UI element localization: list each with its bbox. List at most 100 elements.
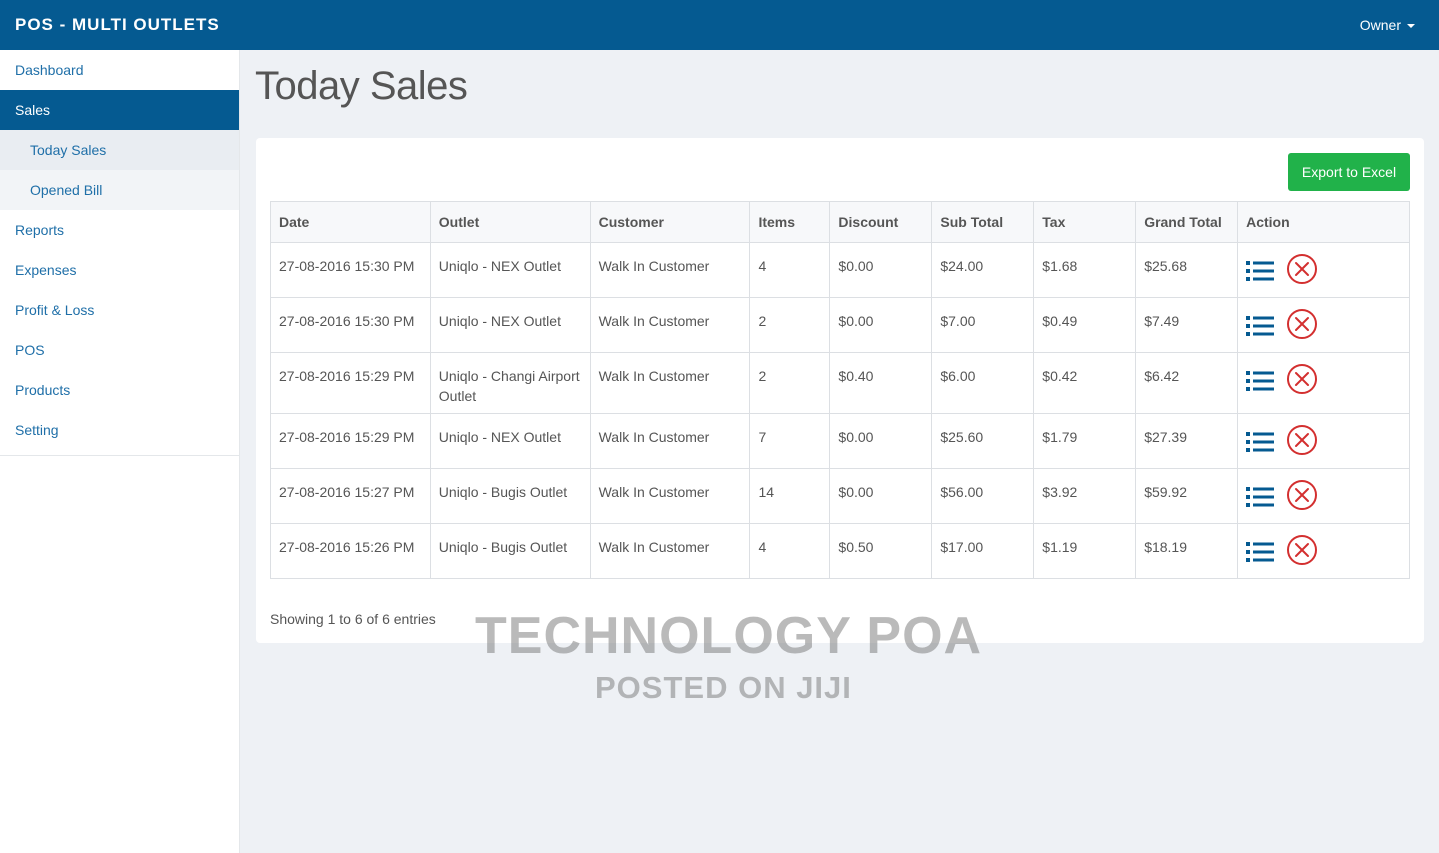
cell-items: 7 xyxy=(749,413,831,469)
top-navbar: POS - MULTI OUTLETS Owner xyxy=(0,0,1439,50)
col-header-items[interactable]: Items xyxy=(749,201,831,243)
cell-grand-total: $27.39 xyxy=(1135,413,1239,469)
cell-customer: Walk In Customer xyxy=(589,297,751,353)
sales-table: Date Outlet Customer Items Discount Sub … xyxy=(270,201,1410,579)
cell-grand-total: $7.49 xyxy=(1135,297,1239,353)
close-circle-icon[interactable] xyxy=(1286,363,1318,395)
cell-date: 27-08-2016 15:27 PM xyxy=(270,468,431,524)
list-icon[interactable] xyxy=(1246,431,1275,453)
cell-items: 4 xyxy=(749,523,831,579)
cell-tax: $0.49 xyxy=(1033,297,1137,353)
cell-action xyxy=(1237,297,1410,353)
cell-tax: $1.19 xyxy=(1033,523,1137,579)
cell-outlet: Uniqlo - Bugis Outlet xyxy=(429,468,591,524)
cell-tax: $3.92 xyxy=(1033,468,1137,524)
close-circle-icon[interactable] xyxy=(1286,308,1318,340)
table-row: 27-08-2016 15:27 PM Uniqlo - Bugis Outle… xyxy=(270,468,1410,524)
cell-discount: $0.50 xyxy=(829,523,933,579)
cell-tax: $0.42 xyxy=(1033,352,1137,414)
sidebar-item-dashboard[interactable]: Dashboard xyxy=(0,50,239,90)
cell-outlet: Uniqlo - Bugis Outlet xyxy=(429,523,591,579)
user-name: Owner xyxy=(1359,17,1401,33)
cell-customer: Walk In Customer xyxy=(589,242,751,298)
table-row: 27-08-2016 15:30 PM Uniqlo - NEX Outlet … xyxy=(270,242,1410,298)
sidebar-divider xyxy=(0,455,239,456)
close-circle-icon[interactable] xyxy=(1286,534,1318,566)
col-header-outlet[interactable]: Outlet xyxy=(429,201,591,243)
sidebar-item-opened-bill[interactable]: Opened Bill xyxy=(0,170,239,210)
list-icon[interactable] xyxy=(1246,486,1275,508)
cell-sub-total: $25.60 xyxy=(931,413,1035,469)
cell-action xyxy=(1237,352,1410,414)
brand-title[interactable]: POS - MULTI OUTLETS xyxy=(15,15,220,35)
sidebar-item-reports[interactable]: Reports xyxy=(0,210,239,250)
sidebar-item-profit-loss[interactable]: Profit & Loss xyxy=(0,290,239,330)
cell-tax: $1.79 xyxy=(1033,413,1137,469)
cell-date: 27-08-2016 15:26 PM xyxy=(270,523,431,579)
user-menu[interactable]: Owner xyxy=(1360,17,1415,33)
cell-action xyxy=(1237,413,1410,469)
page-title: Today Sales xyxy=(255,64,468,108)
cell-grand-total: $25.68 xyxy=(1135,242,1239,298)
col-header-sub-total[interactable]: Sub Total xyxy=(931,201,1035,243)
sidebar-item-sales[interactable]: Sales xyxy=(0,90,239,130)
cell-discount: $0.00 xyxy=(829,297,933,353)
cell-date: 27-08-2016 15:30 PM xyxy=(270,242,431,298)
col-header-tax[interactable]: Tax xyxy=(1033,201,1137,243)
cell-discount: $0.40 xyxy=(829,352,933,414)
cell-discount: $0.00 xyxy=(829,242,933,298)
cell-grand-total: $6.42 xyxy=(1135,352,1239,414)
cell-sub-total: $6.00 xyxy=(931,352,1035,414)
cell-grand-total: $59.92 xyxy=(1135,468,1239,524)
caret-down-icon xyxy=(1407,24,1415,28)
close-circle-icon[interactable] xyxy=(1286,424,1318,456)
cell-discount: $0.00 xyxy=(829,468,933,524)
table-row: 27-08-2016 15:29 PM Uniqlo - NEX Outlet … xyxy=(270,413,1410,469)
list-icon[interactable] xyxy=(1246,315,1275,337)
cell-date: 27-08-2016 15:29 PM xyxy=(270,352,431,414)
cell-outlet: Uniqlo - NEX Outlet xyxy=(429,297,591,353)
pagination-info: Showing 1 to 6 of 6 entries xyxy=(270,611,436,627)
sidebar-item-products[interactable]: Products xyxy=(0,370,239,410)
sidebar-item-expenses[interactable]: Expenses xyxy=(0,250,239,290)
watermark-line-2: POSTED ON JIJI xyxy=(595,670,852,705)
export-excel-button[interactable]: Export to Excel xyxy=(1288,153,1410,191)
col-header-action: Action xyxy=(1237,201,1410,243)
sidebar-item-today-sales[interactable]: Today Sales xyxy=(0,130,239,170)
col-header-date[interactable]: Date xyxy=(270,201,431,243)
col-header-discount[interactable]: Discount xyxy=(829,201,933,243)
cell-date: 27-08-2016 15:29 PM xyxy=(270,413,431,469)
list-icon[interactable] xyxy=(1246,541,1275,563)
cell-items: 2 xyxy=(749,352,831,414)
cell-customer: Walk In Customer xyxy=(589,413,751,469)
cell-date: 27-08-2016 15:30 PM xyxy=(270,297,431,353)
cell-action xyxy=(1237,468,1410,524)
col-header-grand-total[interactable]: Grand Total xyxy=(1135,201,1239,243)
cell-customer: Walk In Customer xyxy=(589,523,751,579)
cell-items: 14 xyxy=(749,468,831,524)
cell-discount: $0.00 xyxy=(829,413,933,469)
cell-sub-total: $7.00 xyxy=(931,297,1035,353)
cell-outlet: Uniqlo - NEX Outlet xyxy=(429,242,591,298)
table-row: 27-08-2016 15:29 PM Uniqlo - Changi Airp… xyxy=(270,352,1410,414)
table-row: 27-08-2016 15:26 PM Uniqlo - Bugis Outle… xyxy=(270,523,1410,579)
list-icon[interactable] xyxy=(1246,370,1275,392)
list-icon[interactable] xyxy=(1246,260,1275,282)
close-circle-icon[interactable] xyxy=(1286,253,1318,285)
sidebar-item-pos[interactable]: POS xyxy=(0,330,239,370)
sidebar: Dashboard Sales Today Sales Opened Bill … xyxy=(0,50,240,853)
cell-tax: $1.68 xyxy=(1033,242,1137,298)
col-header-customer[interactable]: Customer xyxy=(589,201,751,243)
sidebar-item-setting[interactable]: Setting xyxy=(0,410,239,450)
cell-action xyxy=(1237,523,1410,579)
cell-sub-total: $24.00 xyxy=(931,242,1035,298)
cell-sub-total: $17.00 xyxy=(931,523,1035,579)
table-row: 27-08-2016 15:30 PM Uniqlo - NEX Outlet … xyxy=(270,297,1410,353)
watermark-line-1: TECHNOLOGY POA xyxy=(475,607,983,665)
cell-items: 2 xyxy=(749,297,831,353)
cell-customer: Walk In Customer xyxy=(589,468,751,524)
cell-outlet: Uniqlo - Changi Airport Outlet xyxy=(429,352,591,414)
cell-sub-total: $56.00 xyxy=(931,468,1035,524)
close-circle-icon[interactable] xyxy=(1286,479,1318,511)
cell-items: 4 xyxy=(749,242,831,298)
